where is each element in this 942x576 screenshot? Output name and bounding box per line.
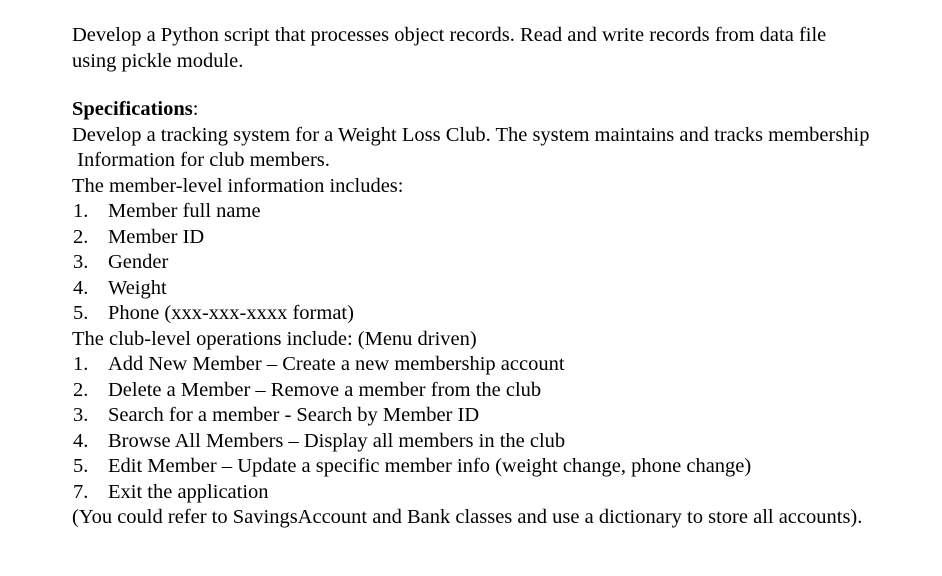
list-item-number: 5. [73, 302, 89, 324]
list-item-number: 1. [73, 200, 89, 222]
overview-line-2: Information for club members. [72, 149, 330, 171]
list-item: 5. Edit Member – Update a specific member… [72, 454, 872, 480]
club-level-header: The club-level operations include: (Menu… [72, 327, 477, 350]
list-item-number: 4. [73, 276, 89, 299]
list-item-number: 5. [73, 455, 89, 477]
list-item-number: 2. [73, 225, 89, 248]
list-item-label: Browse All Members – Display all members… [108, 429, 566, 452]
list-item-label: Delete a Member – Remove a member from t… [108, 378, 542, 401]
list-item: 5. Phone (xxx-xxx-xxxx format) [72, 301, 872, 327]
list-item: 2. Delete a Member – Remove a member from… [72, 378, 872, 404]
list-item-number: 7. [73, 480, 89, 503]
list-item: 4. Weight [72, 276, 872, 302]
list-item: 3. Gender [72, 250, 872, 276]
list-item: 1. Add New Member – Create a new membersh… [72, 352, 872, 378]
list-item-number: 3. [73, 251, 89, 273]
member-level-header: The member-level information includes: [72, 174, 404, 197]
list-item-label: Exit the application [108, 480, 269, 503]
member-level-list: 1. Member full name 2. Member ID 3. Gender … [72, 199, 872, 327]
closing-note: (You could refer to SavingsAccount and B… [72, 506, 863, 528]
overview-line-1: Develop a tracking system for a Weight L… [72, 123, 870, 146]
list-item-label: Edit Member – Update a specific member i… [108, 455, 752, 477]
list-item: 4. Browse All Members – Display all membe… [72, 429, 872, 455]
list-item-label: Phone (xxx-xxx-xxxx format) [108, 302, 354, 324]
list-item-label: Member ID [108, 225, 205, 248]
list-item: 7. Exit the application [72, 480, 872, 506]
specifications-heading-label: Specifications [72, 98, 193, 120]
list-item-number: 3. [73, 404, 89, 426]
list-item-label: Member full name [108, 200, 261, 222]
document-page: Develop a Python script that processes o… [0, 0, 942, 576]
intro-paragraph: Develop a Python script that processes o… [72, 24, 827, 72]
list-item-number: 2. [73, 378, 89, 401]
list-item-number: 4. [73, 429, 89, 452]
specifications-heading: Specifications: [72, 97, 872, 123]
list-item: 3. Search for a member - Search by Member… [72, 403, 872, 429]
list-item-number: 1. [73, 353, 89, 375]
list-item-label: Weight [108, 276, 167, 299]
specifications-heading-colon: : [192, 98, 199, 120]
list-item-label: Search for a member - Search by Member I… [108, 404, 480, 426]
list-item: 1. Member full name [72, 199, 872, 225]
list-item: 2. Member ID [72, 225, 872, 251]
list-item-label: Gender [108, 251, 169, 273]
club-level-list: 1. Add New Member – Create a new membersh… [72, 352, 872, 505]
list-item-label: Add New Member – Create a new membership… [108, 353, 565, 375]
